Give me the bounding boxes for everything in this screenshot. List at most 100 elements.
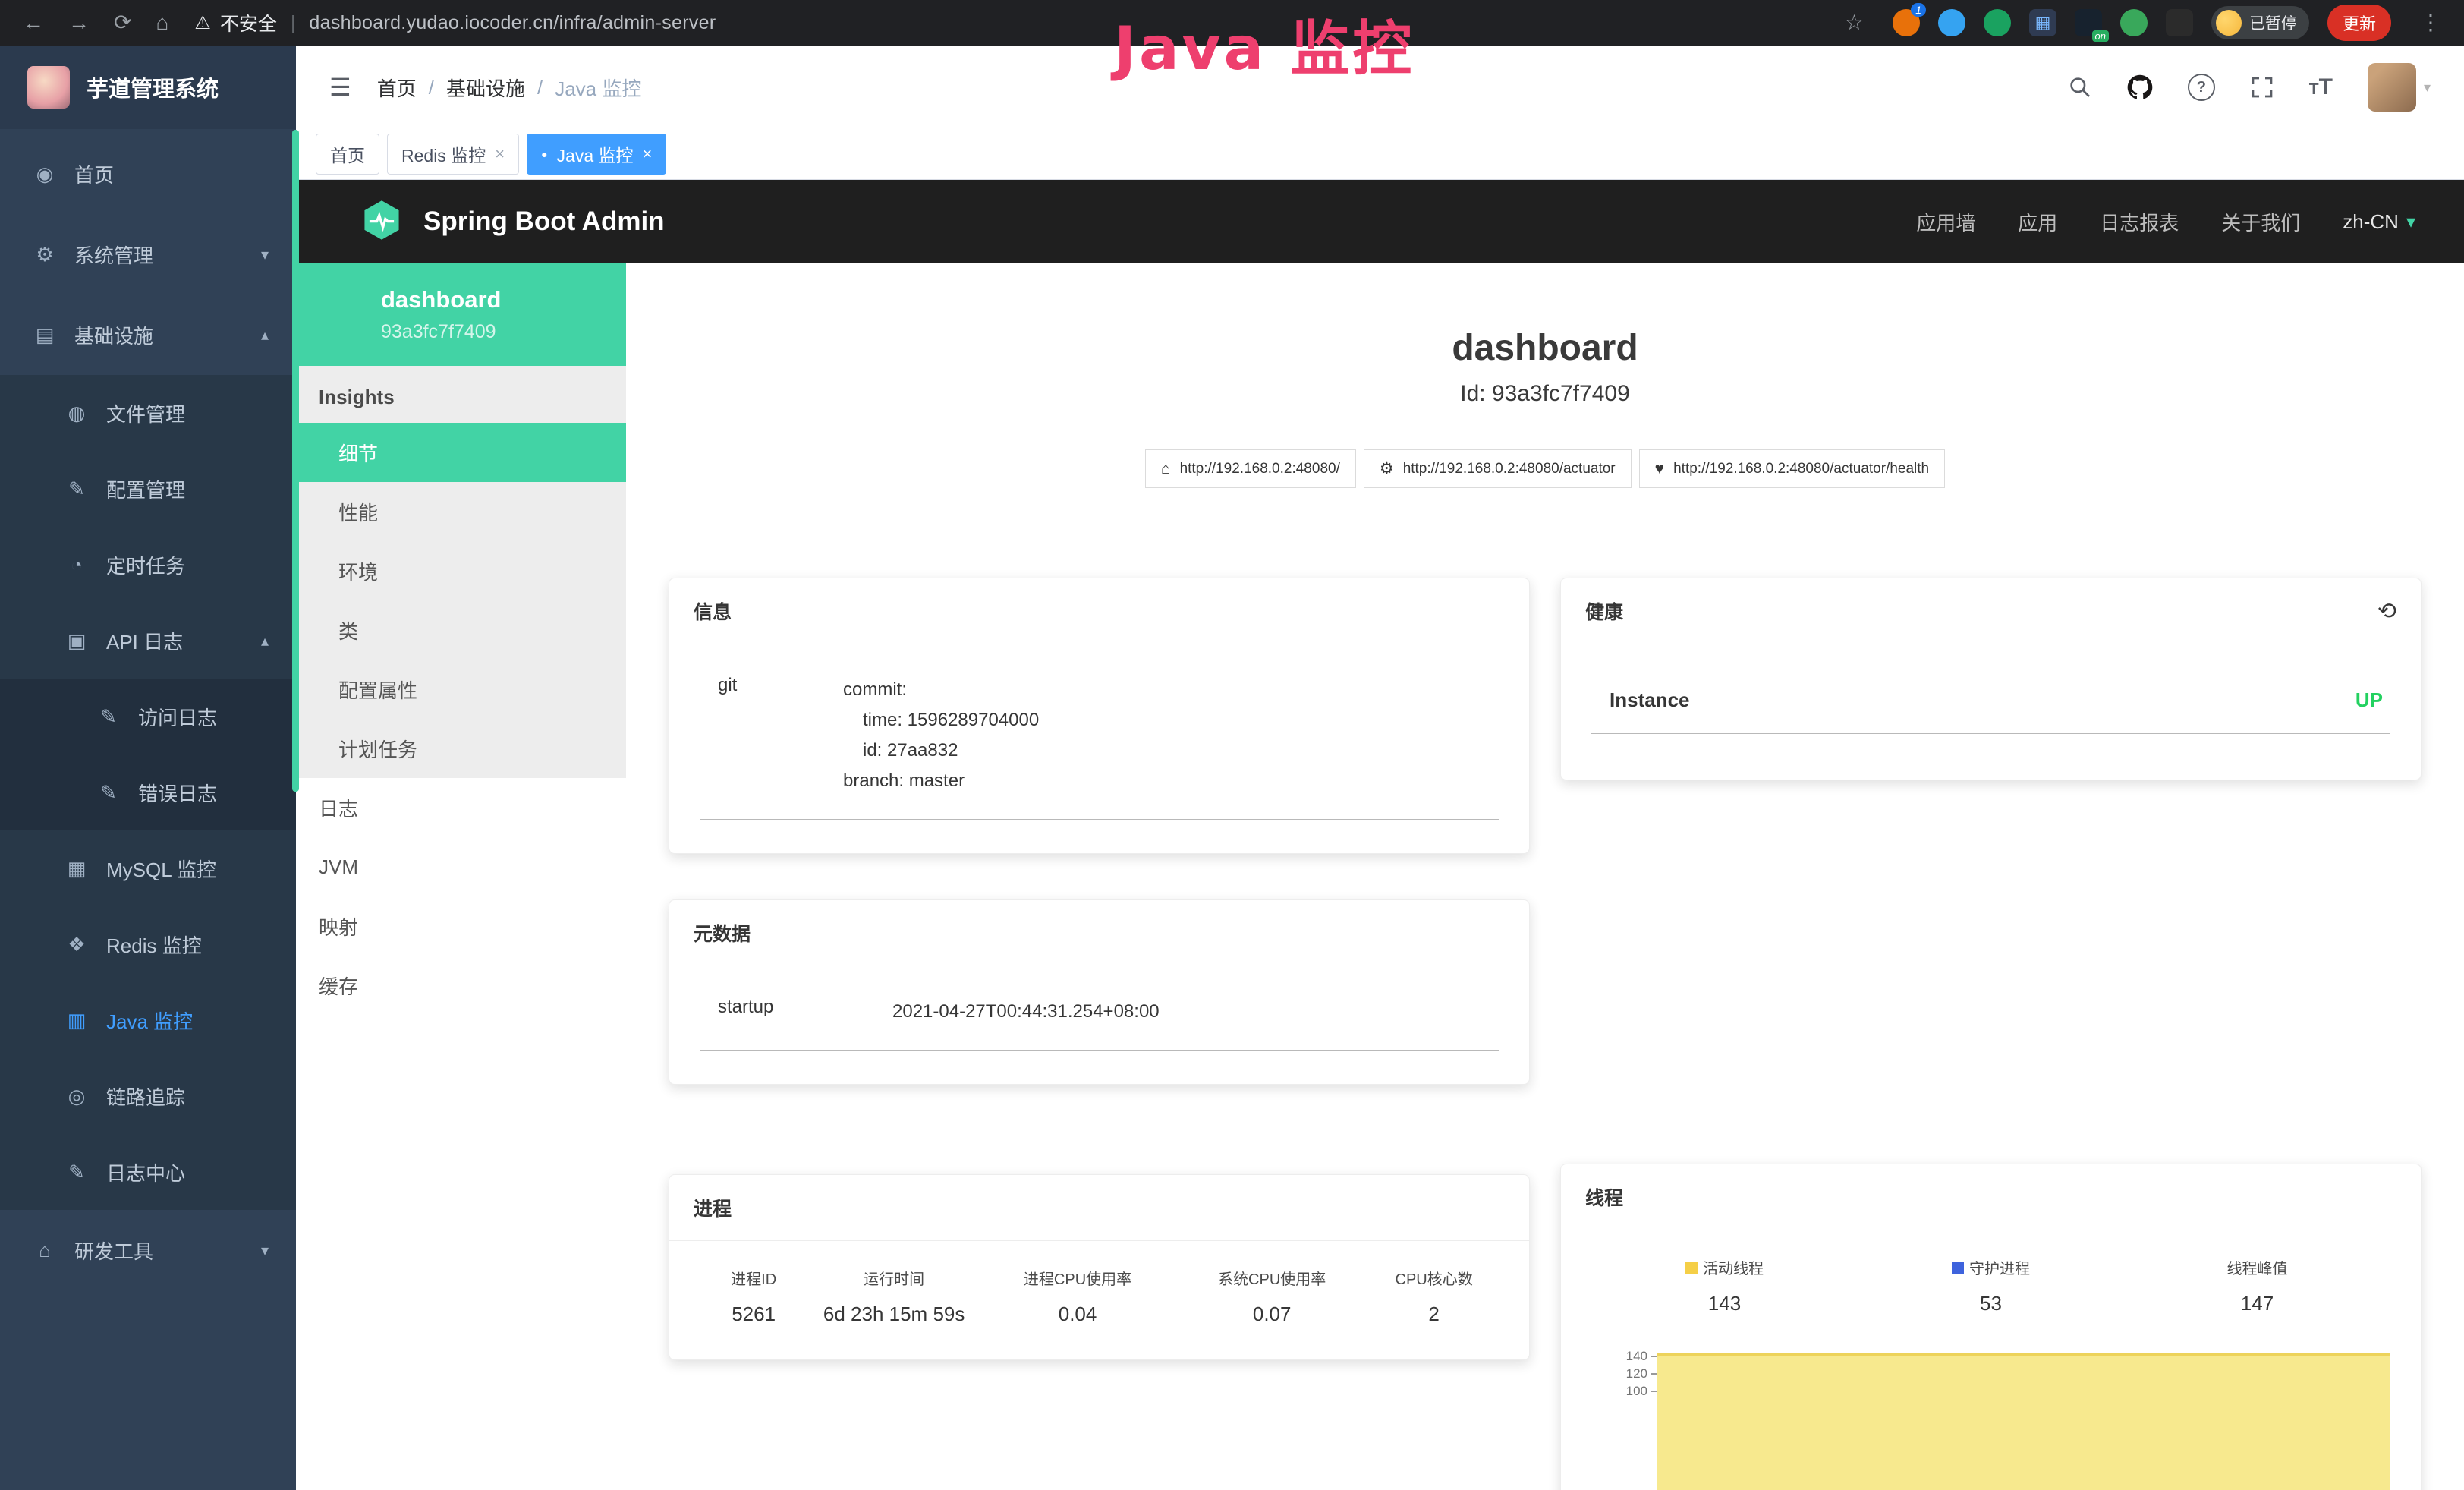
sba-item-environment[interactable]: 环境 [296,541,626,600]
extension-icon-1[interactable]: 1 [1893,9,1920,36]
sidebar-item-trace[interactable]: ◎ 链路追踪 [0,1058,296,1134]
card-title: 线程 [1561,1164,2421,1230]
endpoint-actuator-link[interactable]: ⚙ http://192.168.0.2:48080/actuator [1364,449,1632,488]
github-icon[interactable] [2127,74,2153,100]
close-icon[interactable]: × [495,144,505,164]
user-menu[interactable]: ▾ [2368,63,2431,112]
stat-pid: 进程ID 5261 [700,1267,807,1326]
security-label[interactable]: 不安全 [220,9,277,36]
sidebar-item-label: 配置管理 [106,475,185,503]
extensions-puzzle-icon[interactable] [2166,9,2193,36]
sba-brand-title[interactable]: Spring Boot Admin [423,206,665,237]
cards-column-right: 健康 ⟲ Instance UP [1560,578,2422,1490]
java-monitor-icon: ▥ [64,1009,90,1032]
card-title: 元数据 [669,900,1529,966]
extension-icon-4[interactable]: ▦ [2029,9,2056,36]
chart-plot-area [1657,1346,2390,1490]
extension-icon-2[interactable] [1938,9,1965,36]
sba-nav-about[interactable]: 关于我们 [2221,208,2300,236]
sba-item-config-props[interactable]: 配置属性 [296,660,626,719]
sidebar-item-infrastructure[interactable]: ▤ 基础设施 ▴ [0,295,296,375]
wrench-icon: ⚙ [1380,459,1394,478]
sidebar-item-access-logs[interactable]: ✎ 访问日志 [0,679,296,754]
hamburger-icon[interactable]: ☰ [329,73,351,102]
sidebar-item-config-mgmt[interactable]: ✎ 配置管理 [0,451,296,527]
endpoint-url: http://192.168.0.2:48080/ [1180,461,1340,477]
sidebar-item-cron-jobs[interactable]: ◔ 定时任务 [0,527,296,603]
sidebar-item-java-monitor[interactable]: ▥ Java 监控 [0,982,296,1058]
insights-section: Insights 细节 性能 环境 类 配置属性 计划任务 [296,366,626,778]
content-scrollbar [292,130,299,792]
sba-item-metrics[interactable]: 性能 [296,482,626,541]
sidebar-item-mysql-monitor[interactable]: ▦ MySQL 监控 [0,830,296,906]
sba-item-details[interactable]: 细节 [296,423,626,482]
sidebar-item-file-mgmt[interactable]: ◍ 文件管理 [0,375,296,451]
stat-header: 进程CPU使用率 [980,1267,1175,1289]
file-icon: ◍ [64,402,90,425]
extension-icon-3[interactable] [1984,9,2011,36]
doc-icon: ✎ [96,705,121,729]
sba-item-caches[interactable]: 缓存 [296,956,626,1015]
page-title: dashboard [626,327,2464,369]
breadcrumb-item[interactable]: 基础设施 [446,74,525,102]
metadata-row-label: startup [718,997,892,1027]
sidebar-item-system-mgmt[interactable]: ⚙ 系统管理 ▾ [0,214,296,295]
chart-area-live-threads [1657,1353,2390,1490]
help-icon[interactable]: ? [2188,74,2215,101]
back-icon[interactable]: ← [12,12,55,33]
instance-header[interactable]: dashboard 93a3fc7f7409 [296,263,626,366]
health-row-label: Instance [1610,688,1690,712]
sidebar-item-redis-monitor[interactable]: ❖ Redis 监控 [0,906,296,982]
address-bar[interactable]: ⚠ 不安全 | dashboard.yudao.iocoder.cn/infra… [194,9,716,36]
profile-button[interactable]: 已暂停 [2211,6,2309,39]
font-size-icon[interactable]: TT [2309,74,2333,100]
tab-home[interactable]: 首页 [316,134,379,175]
sba-item-logs[interactable]: 日志 [296,778,626,837]
monitor-icon: ▤ [32,323,58,347]
reload-icon[interactable]: ⟳ [103,12,142,33]
sidebar-item-log-center[interactable]: ✎ 日志中心 [0,1134,296,1210]
locale-select[interactable]: zh-CN ▾ [2343,210,2415,234]
extension-icon-5[interactable]: on [2075,9,2102,36]
chart-y-axis: 140 120 100 [1591,1346,1657,1490]
sba-nav-applications[interactable]: 应用 [2018,208,2057,236]
card-title: 健康 [1585,597,1623,625]
sba-item-mappings[interactable]: 映射 [296,896,626,956]
sba-sidebar: dashboard 93a3fc7f7409 Insights 细节 性能 环境… [296,263,626,1490]
search-icon[interactable] [2068,75,2092,99]
chevron-down-icon: ▾ [2424,80,2431,96]
endpoint-root-link[interactable]: ⌂ http://192.168.0.2:48080/ [1145,449,1356,488]
close-icon[interactable]: × [643,144,653,164]
endpoint-health-link[interactable]: ♥ http://192.168.0.2:48080/actuator/heal… [1639,449,1945,488]
fullscreen-icon[interactable] [2250,75,2274,99]
breadcrumb-item[interactable]: 首页 [377,74,417,102]
forward-icon[interactable]: → [58,12,100,33]
sba-item-jvm[interactable]: JVM [296,837,626,896]
chevron-down-icon: ▾ [261,1241,269,1260]
sba-item-scheduled-tasks[interactable]: 计划任务 [296,719,626,778]
heart-icon: ♥ [1655,460,1664,478]
extension-icon-6[interactable] [2120,9,2148,36]
sba-nav-journal[interactable]: 日志报表 [2100,208,2179,236]
legend-daemon-threads: 守护进程 53 [1858,1256,2124,1315]
app-logo[interactable]: 芋道管理系统 [0,46,296,129]
sba-nav-wallboard[interactable]: 应用墙 [1916,208,1975,236]
sidebar-item-api-logs[interactable]: ▣ API 日志 ▴ [0,603,296,679]
update-button[interactable]: 更新 [2327,5,2391,41]
bookmark-star-icon[interactable]: ☆ [1834,12,1874,33]
health-instance-row[interactable]: Instance UP [1591,682,2390,734]
url-text[interactable]: dashboard.yudao.iocoder.cn/infra/admin-s… [309,12,716,34]
browser-home-icon[interactable]: ⌂ [145,12,179,33]
sba-logo-icon [360,198,404,246]
legend-value: 143 [1591,1292,1858,1315]
sba-item-classes[interactable]: 类 [296,600,626,660]
sidebar-item-label: 文件管理 [106,399,185,427]
screen: ← → ⟳ ⌂ ⚠ 不安全 | dashboard.yudao.iocoder.… [0,0,2464,1490]
tab-java-monitor[interactable]: ● Java 监控 × [527,134,666,175]
sidebar-item-dev-tools[interactable]: ⌂ 研发工具 ▾ [0,1210,296,1290]
history-icon[interactable]: ⟲ [2377,598,2396,625]
sidebar-item-error-logs[interactable]: ✎ 错误日志 [0,754,296,830]
tab-redis-monitor[interactable]: Redis 监控 × [387,134,519,175]
sidebar-item-home[interactable]: ◉ 首页 [0,134,296,214]
browser-menu-icon[interactable]: ⋮ [2409,12,2452,33]
